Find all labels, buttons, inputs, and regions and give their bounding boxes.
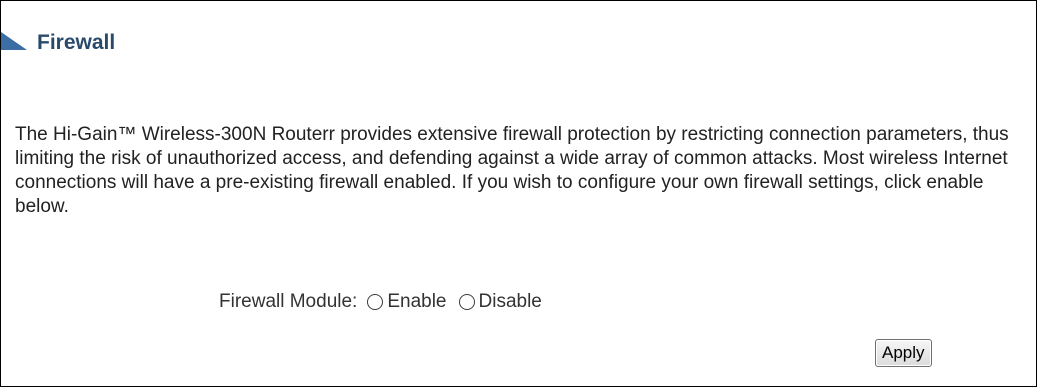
triangle-marker-icon: [1, 32, 27, 50]
firewall-module-label: Firewall Module:: [219, 291, 358, 312]
firewall-description: The Hi-Gain™ Wireless-300N Routerr provi…: [15, 124, 1009, 217]
firewall-module-row: Firewall Module: Enable Disable: [219, 289, 554, 315]
enable-radio-option[interactable]: Enable: [367, 291, 447, 313]
enable-radio-label[interactable]: Enable: [387, 291, 446, 313]
page-title: Firewall: [37, 31, 116, 54]
disable-radio-icon[interactable]: [458, 294, 475, 310]
firewall-panel: Firewall The Hi-Gain™ Wireless-300N Rout…: [0, 0, 1037, 387]
disable-radio-label[interactable]: Disable: [479, 291, 542, 313]
disable-radio-option[interactable]: Disable: [458, 291, 542, 313]
enable-radio-icon[interactable]: [367, 294, 384, 310]
apply-button[interactable]: Apply: [875, 339, 932, 367]
